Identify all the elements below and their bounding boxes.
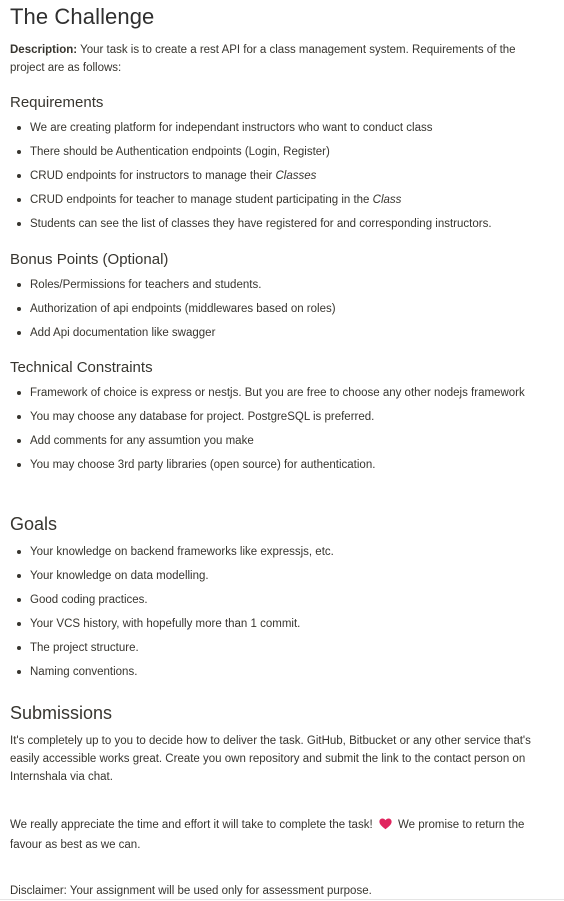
submissions-heading: Submissions xyxy=(10,703,113,723)
list-item: Your VCS history, with hopefully more th… xyxy=(10,615,554,633)
list-item: You may choose any database for project.… xyxy=(10,408,554,426)
bonus-heading: Bonus Points (Optional) xyxy=(10,251,169,268)
list-item: Add Api documentation like swagger xyxy=(10,324,554,342)
list-item: Add comments for any assumtion you make xyxy=(10,432,554,450)
red-heart-icon xyxy=(379,818,392,836)
divider xyxy=(0,899,564,900)
list-item: Good coding practices. xyxy=(10,591,554,609)
bonus-list: Roles/Permissions for teachers and stude… xyxy=(10,276,554,348)
technical-list: Framework of choice is express or nestjs… xyxy=(10,384,554,480)
list-item: Authorization of api endpoints (middlewa… xyxy=(10,300,554,318)
list-item: You may choose 3rd party libraries (open… xyxy=(10,456,554,474)
list-item: CRUD endpoints for teacher to manage stu… xyxy=(10,191,554,209)
list-item: Naming conventions. xyxy=(10,663,554,681)
list-item: Your knowledge on backend frameworks lik… xyxy=(10,543,554,561)
list-item: CRUD endpoints for instructors to manage… xyxy=(10,167,554,185)
requirements-list: We are creating platform for independant… xyxy=(10,119,554,239)
list-item: Your knowledge on data modelling. xyxy=(10,567,554,585)
requirements-heading: Requirements xyxy=(10,94,104,111)
list-item: Framework of choice is express or nestjs… xyxy=(10,384,554,402)
list-item: Roles/Permissions for teachers and stude… xyxy=(10,276,554,294)
list-item: The project structure. xyxy=(10,639,554,657)
list-item: There should be Authentication endpoints… xyxy=(10,143,554,161)
technical-heading: Technical Constraints xyxy=(10,359,153,376)
submissions-paragraph: It's completely up to you to decide how … xyxy=(10,735,531,783)
description-text: Your task is to create a rest API for a … xyxy=(10,44,516,74)
goals-heading: Goals xyxy=(10,514,58,534)
appreciation-paragraph: We really appreciate the time and effort… xyxy=(10,818,525,851)
description: Description: Your task is to create a re… xyxy=(10,41,545,77)
page-title: The Challenge xyxy=(10,4,155,29)
list-item: Students can see the list of classes the… xyxy=(10,215,554,233)
disclaimer: Disclaimer: Your assignment will be used… xyxy=(10,885,372,897)
list-item: We are creating platform for independant… xyxy=(10,119,554,137)
goals-list: Your knowledge on backend frameworks lik… xyxy=(10,543,554,687)
description-label: Description: xyxy=(10,44,78,56)
